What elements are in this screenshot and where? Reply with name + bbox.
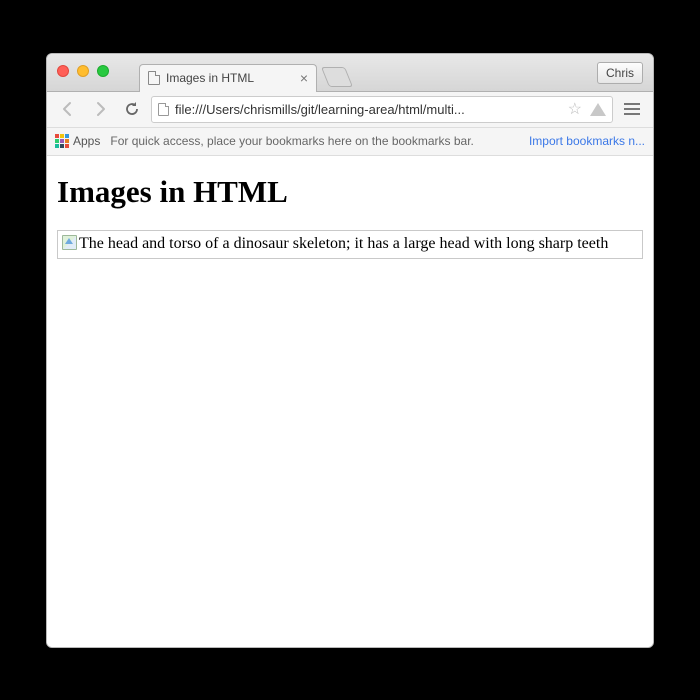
maximize-window-button[interactable] [97,65,109,77]
bookmark-star-icon[interactable]: ☆ [568,99,582,119]
hamburger-icon [624,103,640,115]
broken-image: The head and torso of a dinosaur skeleto… [57,230,643,259]
page-content: Images in HTML The head and torso of a d… [47,156,653,647]
file-icon [148,71,160,85]
titlebar: Images in HTML × Chris [47,54,653,92]
browser-window: Images in HTML × Chris file:///Users/chr… [46,53,654,648]
tab-title: Images in HTML [166,71,296,85]
bookmarks-hint: For quick access, place your bookmarks h… [110,134,519,148]
browser-tab[interactable]: Images in HTML × [139,64,317,92]
address-bar[interactable]: file:///Users/chrismills/git/learning-ar… [151,96,613,123]
traffic-lights [57,65,109,77]
reload-button[interactable] [119,96,145,122]
file-icon [158,103,169,116]
new-tab-button[interactable] [321,67,353,87]
minimize-window-button[interactable] [77,65,89,77]
forward-button[interactable] [87,96,113,122]
menu-button[interactable] [619,96,645,122]
apps-button[interactable]: Apps [55,134,100,148]
close-window-button[interactable] [57,65,69,77]
apps-icon [55,134,69,148]
back-button[interactable] [55,96,81,122]
broken-image-icon [62,235,77,250]
profile-button[interactable]: Chris [597,62,643,84]
apps-label: Apps [73,134,100,148]
drive-icon[interactable] [590,103,606,116]
page-heading: Images in HTML [57,174,643,210]
import-bookmarks-link[interactable]: Import bookmarks n... [529,134,645,148]
close-tab-icon[interactable]: × [300,70,308,86]
toolbar: file:///Users/chrismills/git/learning-ar… [47,92,653,128]
profile-label: Chris [606,66,634,80]
url-text: file:///Users/chrismills/git/learning-ar… [175,102,562,117]
image-alt-text: The head and torso of a dinosaur skeleto… [79,234,608,254]
omnibox-actions: ☆ [568,99,606,119]
bookmarks-bar: Apps For quick access, place your bookma… [47,128,653,156]
